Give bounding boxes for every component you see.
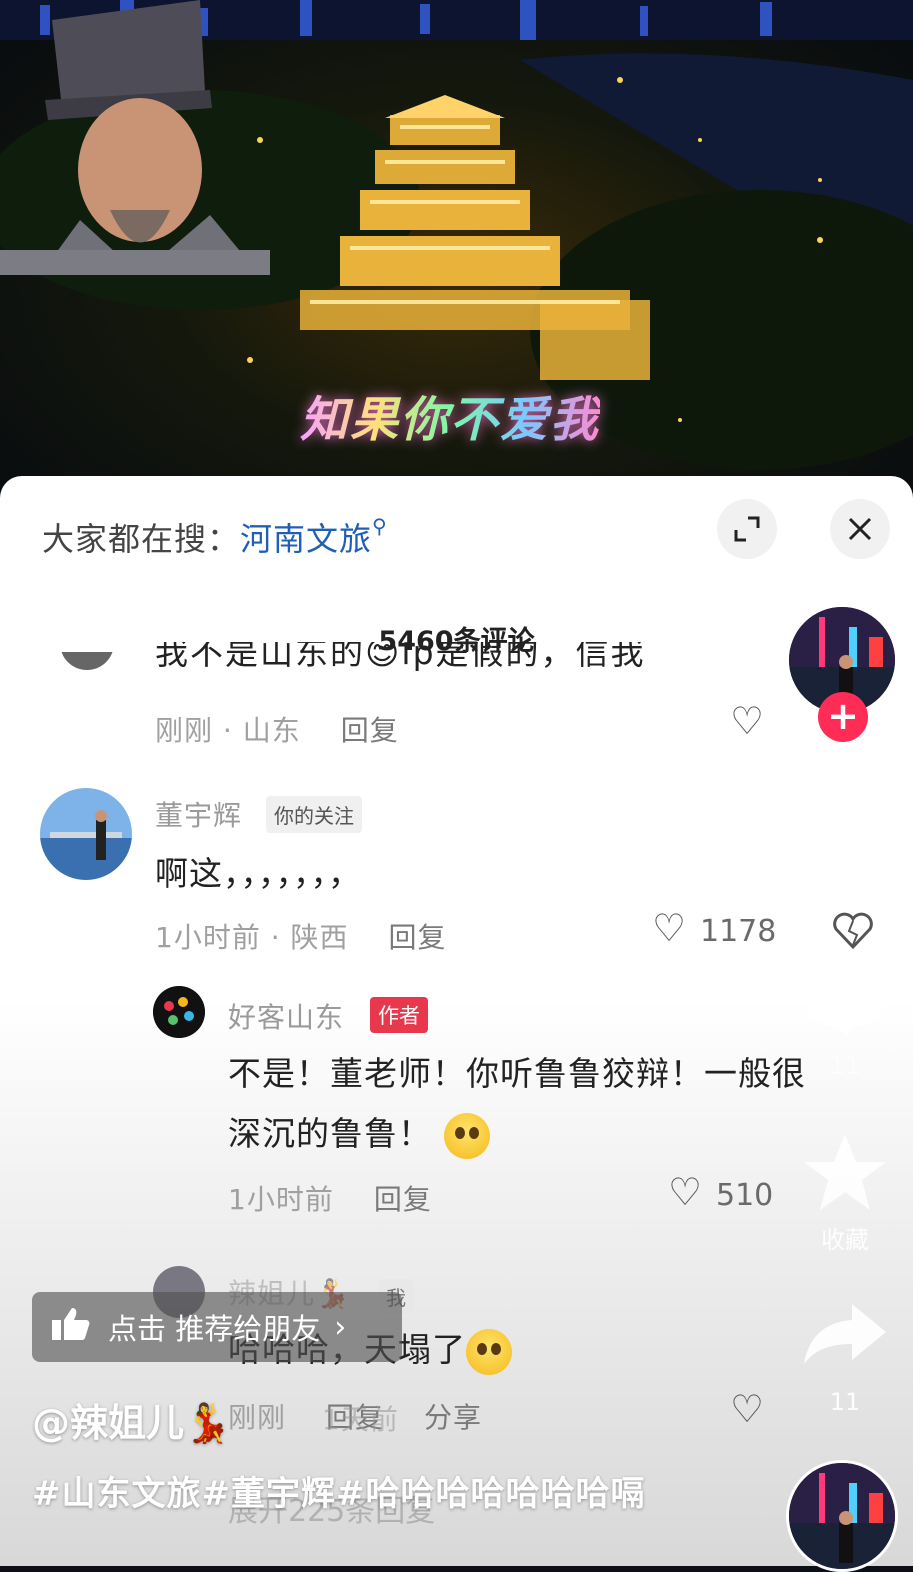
comment-time: 刚刚 (155, 714, 214, 747)
avatar[interactable] (40, 788, 132, 880)
recommend-label: 点击 推荐给朋友 (108, 1312, 321, 1346)
comment-time: 1小时前 (155, 921, 261, 954)
comment-time: 刚刚 (228, 1401, 287, 1434)
search-keyword[interactable]: 河南文旅 (240, 520, 372, 558)
comment-meta: 刚刚 · 山东 回复 (155, 714, 399, 747)
follow-button[interactable]: + (818, 692, 868, 742)
reply-button[interactable]: 回复 (389, 921, 447, 954)
video-background[interactable]: 知果你不爱我 (0, 0, 913, 500)
comment-meta: 1小时前 · 陕西 回复 (155, 921, 447, 954)
comment-username[interactable]: 好客山东 (228, 996, 344, 1036)
comment-time: 1小时前 (228, 1183, 334, 1216)
comment-bubble-icon (806, 971, 884, 1037)
expand-icon (734, 516, 760, 542)
reply-button[interactable]: 回复 (374, 1183, 432, 1216)
avatar[interactable] (153, 986, 205, 1038)
heart-icon (808, 797, 882, 861)
comment-location: 陕西 (290, 921, 349, 954)
comment-text-line: 不是！董老师！你听鲁鲁狡辩！一般很 (228, 1054, 806, 1093)
search-icon: ⚲ (372, 514, 388, 538)
video-time: 1天前 (322, 1403, 399, 1436)
share-arrow-icon (804, 1304, 886, 1364)
favorite-button[interactable] (800, 1130, 890, 1220)
like-count: 510 (716, 1178, 774, 1213)
search-suggestion[interactable]: 大家都在搜：河南文旅⚲ (42, 514, 388, 560)
close-button[interactable] (830, 499, 890, 559)
like-video-button[interactable] (800, 795, 890, 869)
comment-video-button[interactable] (800, 965, 890, 1041)
author-badge: 作者 (370, 997, 428, 1033)
like-count: 1178 (700, 914, 777, 949)
thumbs-up-icon (50, 1306, 96, 1349)
pleading-face-emoji-icon (443, 1112, 490, 1159)
expand-button[interactable] (717, 499, 777, 559)
avatar[interactable] (60, 652, 114, 670)
share-count: 11 (829, 1388, 861, 1416)
dislike-button[interactable] (832, 911, 874, 957)
avatar-image (40, 788, 132, 880)
comment-meta: 1小时前 回复 (228, 1178, 432, 1218)
comment-count: 11 (829, 1052, 861, 1080)
favorite-label: 收藏 (821, 1226, 869, 1254)
video-hashtags[interactable]: #山东文旅#董宇辉#哈哈哈哈哈哈哈嗝 (32, 1466, 645, 1515)
comment-text: 不是！董老师！你听鲁鲁狡辩！一般很 深沉的鲁鲁！ (228, 1044, 806, 1164)
video-caption-overlay: 知果你不爱我 (300, 380, 600, 450)
shandong-logo-icon (153, 986, 205, 1038)
tears-of-joy-emoji-icon (466, 1328, 512, 1375)
comment-text: 我不是山东的😊ip是假的，信我 (155, 642, 646, 672)
follow-badge: 你的关注 (266, 796, 362, 833)
chevron-right-icon: › (334, 1309, 347, 1345)
reply-button[interactable]: 回复 (341, 714, 399, 747)
share-button[interactable]: 分享 (424, 1401, 482, 1434)
star-icon (804, 1134, 886, 1210)
share-video-button[interactable] (800, 1298, 890, 1374)
comment-text: 啊这，，，，，，， (155, 854, 362, 893)
like-count: 11 (829, 880, 861, 908)
recommend-to-friends-button[interactable]: 点击 推荐给朋友 › (32, 1292, 402, 1362)
video-author[interactable]: @辣姐儿💃 (32, 1392, 231, 1447)
music-disc-avatar[interactable] (786, 1460, 898, 1572)
like-button[interactable]: ♡ (652, 909, 686, 947)
like-button[interactable]: ♡ (668, 1173, 702, 1211)
comment-username[interactable]: 董宇辉 (155, 794, 242, 834)
comment-location: 山东 (242, 714, 301, 747)
like-button[interactable]: ♡ (730, 1390, 764, 1428)
person-sticker (0, 0, 270, 275)
comment-text-line: 深沉的鲁鲁！ (228, 1104, 806, 1164)
close-icon (848, 517, 872, 541)
search-prefix: 大家都在搜： (42, 520, 241, 558)
broken-heart-icon (833, 912, 873, 950)
like-button[interactable]: ♡ (730, 702, 764, 740)
